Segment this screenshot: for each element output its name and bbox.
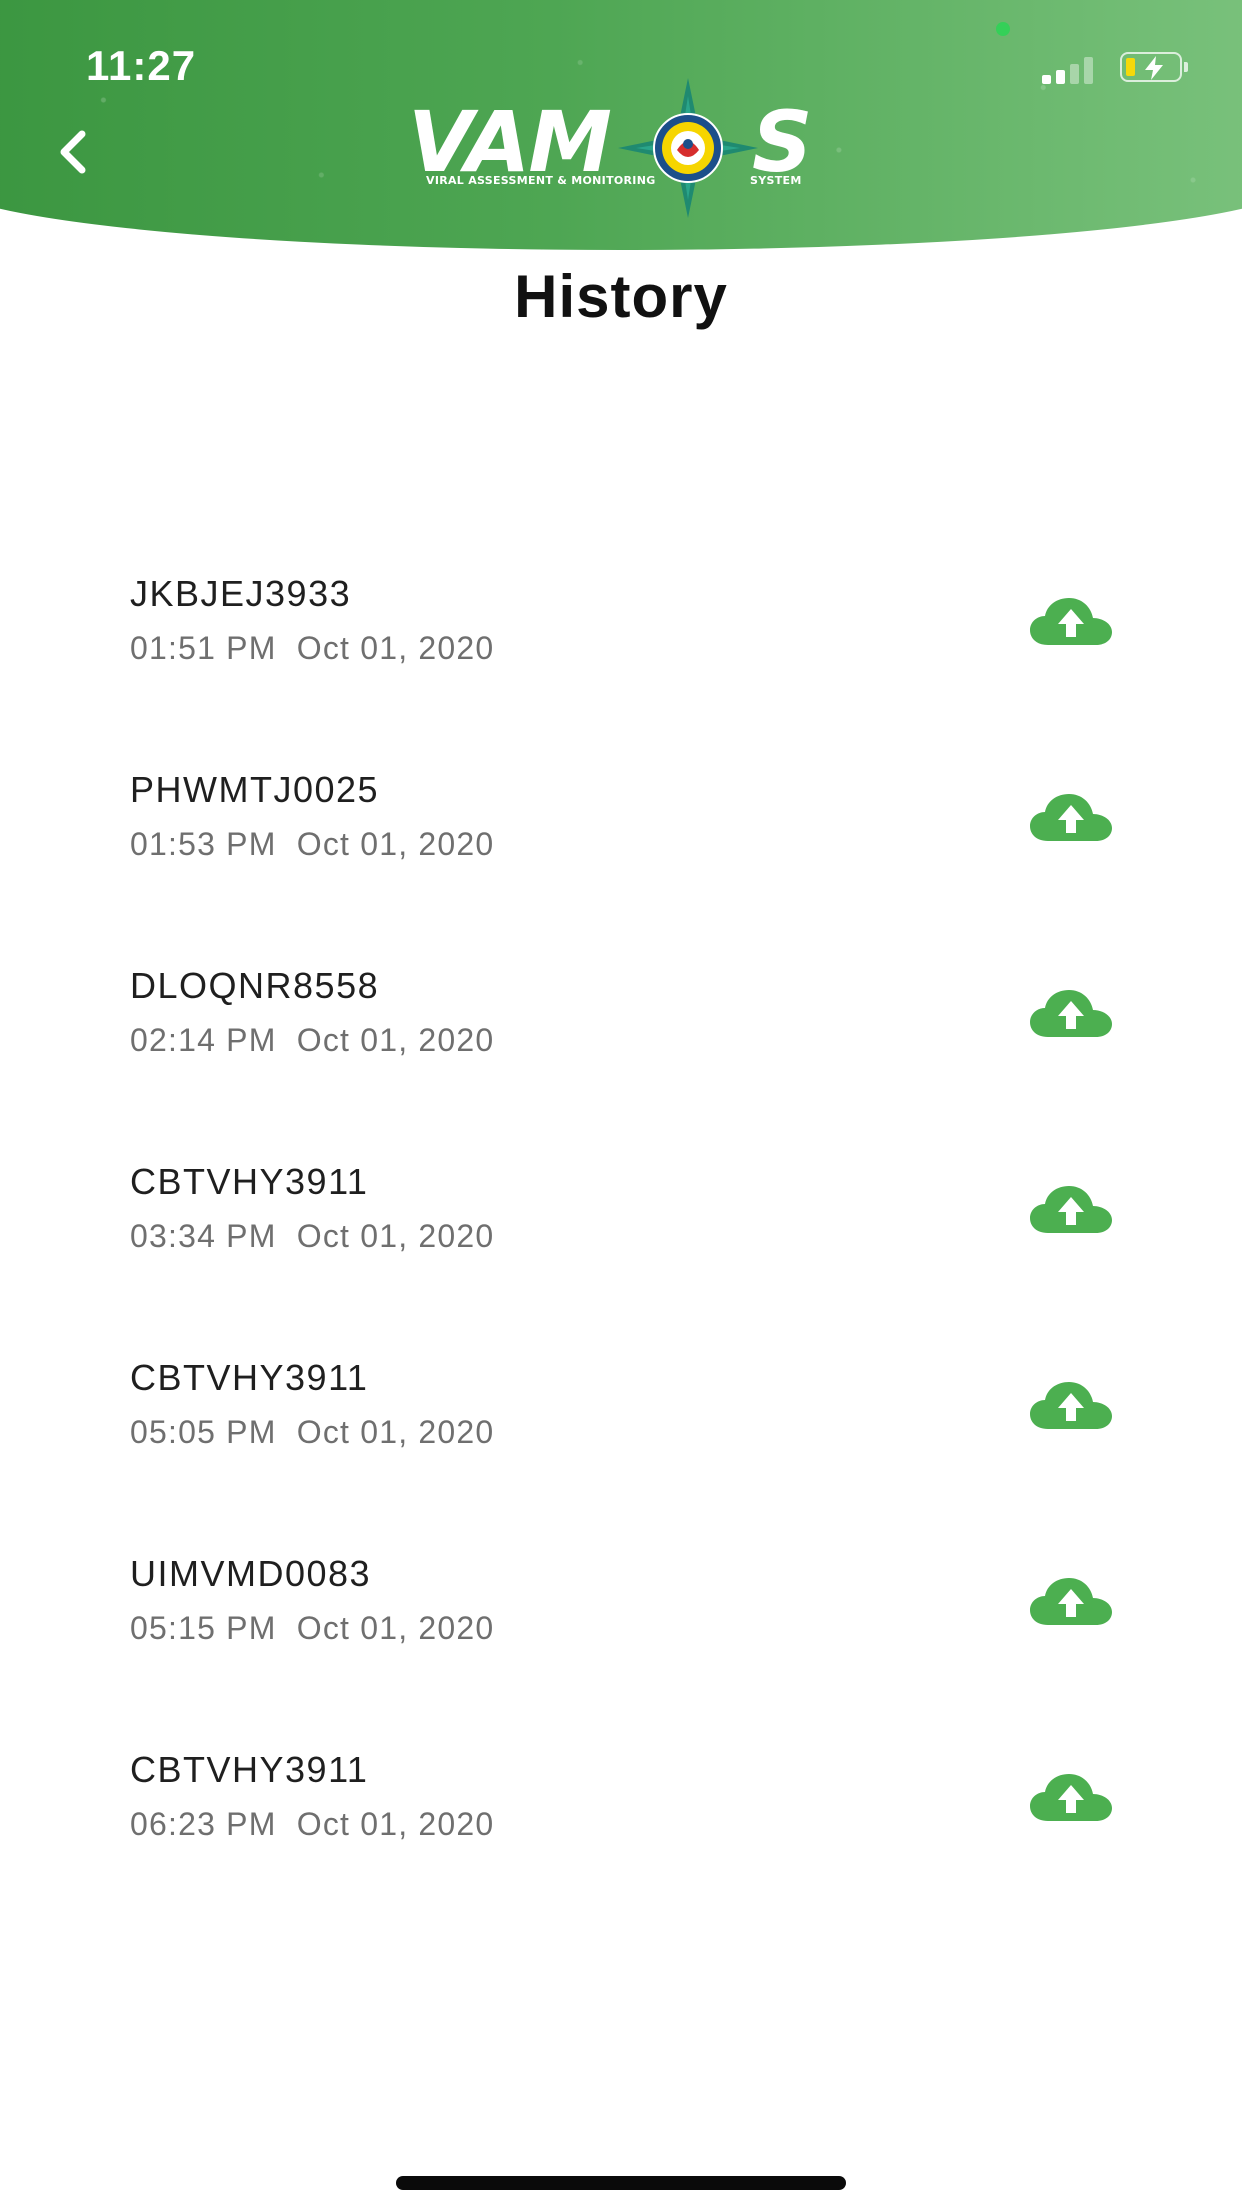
item-code: CBTVHY3911 (130, 1357, 369, 1398)
upload-button[interactable] (1028, 1575, 1114, 1631)
history-list-item[interactable]: JKBJEJ3933 01:51 PM Oct 01, 2020 (0, 555, 1242, 751)
item-code: UIMVMD0083 (130, 1553, 372, 1594)
item-timestamp: 02:14 PM Oct 01, 2020 (130, 1022, 495, 1058)
upload-button[interactable] (1028, 791, 1114, 847)
item-code: PHWMTJ0025 (130, 769, 380, 810)
upload-button[interactable] (1028, 987, 1114, 1043)
item-code: CBTVHY3911 (130, 1161, 369, 1202)
cloud-upload-icon (1030, 598, 1112, 645)
history-list-item[interactable]: PHWMTJ0025 01:53 PM Oct 01, 2020 (0, 751, 1242, 947)
cellular-signal-icon (1042, 56, 1098, 84)
item-timestamp: 06:23 PM Oct 01, 2020 (130, 1806, 495, 1842)
cloud-upload-icon (1030, 1382, 1112, 1429)
history-screen: 11:27 VAM S VIRAL ASSESSMENT & MONITORIN… (0, 0, 1242, 2208)
logo-word-right: S (752, 93, 812, 191)
cloud-upload-icon (1030, 1774, 1112, 1821)
cloud-upload-icon (1030, 990, 1112, 1037)
item-timestamp: 03:34 PM Oct 01, 2020 (130, 1218, 495, 1254)
vamos-logo: VAM S VIRAL ASSESSMENT & MONITORING SYST… (408, 78, 838, 218)
item-timestamp: 01:51 PM Oct 01, 2020 (130, 630, 495, 666)
cloud-upload-icon (1030, 1578, 1112, 1625)
chevron-left-icon (60, 130, 86, 174)
history-list-item[interactable]: DLOQNR8558 02:14 PM Oct 01, 2020 (0, 947, 1242, 1143)
city-seal-icon (618, 78, 758, 218)
logo-subtitle-right: SYSTEM (750, 174, 802, 187)
item-timestamp: 05:05 PM Oct 01, 2020 (130, 1414, 495, 1450)
upload-button[interactable] (1028, 595, 1114, 651)
logo-subtitle-left: VIRAL ASSESSMENT & MONITORING (426, 174, 656, 187)
item-timestamp: 05:15 PM Oct 01, 2020 (130, 1610, 495, 1646)
item-timestamp: 01:53 PM Oct 01, 2020 (130, 826, 495, 862)
history-list-item[interactable]: CBTVHY3911 05:05 PM Oct 01, 2020 (0, 1339, 1242, 1535)
logo-word-left: VAM (408, 93, 612, 191)
status-bar-time: 11:27 (86, 42, 197, 89)
cloud-upload-icon (1030, 794, 1112, 841)
item-code: DLOQNR8558 (130, 965, 380, 1006)
page-title: History (514, 263, 728, 330)
privacy-indicator-dot (996, 22, 1010, 36)
battery-charging-icon (1120, 52, 1190, 84)
upload-button[interactable] (1028, 1379, 1114, 1435)
upload-button[interactable] (1028, 1771, 1114, 1827)
history-list: JKBJEJ3933 01:51 PM Oct 01, 2020 PHWMTJ0… (0, 555, 1242, 1927)
history-list-item[interactable]: UIMVMD0083 05:15 PM Oct 01, 2020 (0, 1535, 1242, 1731)
item-code: CBTVHY3911 (130, 1749, 369, 1790)
history-list-item[interactable]: CBTVHY3911 06:23 PM Oct 01, 2020 (0, 1731, 1242, 1927)
back-button[interactable] (52, 126, 96, 178)
cloud-upload-icon (1030, 1186, 1112, 1233)
item-code: JKBJEJ3933 (130, 573, 352, 614)
home-indicator[interactable] (396, 2176, 846, 2190)
upload-button[interactable] (1028, 1183, 1114, 1239)
history-list-item[interactable]: CBTVHY3911 03:34 PM Oct 01, 2020 (0, 1143, 1242, 1339)
